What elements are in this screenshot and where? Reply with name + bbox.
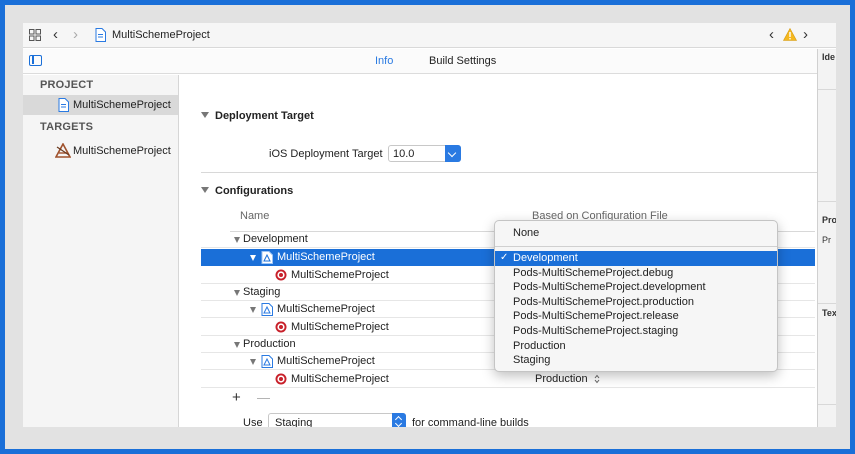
project-blueprint-icon — [261, 251, 273, 264]
tab-build-settings[interactable]: Build Settings — [429, 55, 496, 67]
target-icon — [275, 321, 287, 333]
disclosure-triangle-icon[interactable] — [250, 307, 256, 313]
project-blueprint-icon — [261, 303, 273, 316]
sidebar-item-target[interactable]: MultiSchemeProject — [23, 141, 178, 161]
configurations-title: Configurations — [215, 185, 294, 197]
warning-icon[interactable] — [783, 28, 797, 41]
menu-item-pods-staging[interactable]: Pods-MultiSchemeProject.staging — [495, 324, 777, 339]
sidebar-item-label: MultiSchemeProject — [73, 145, 171, 157]
menu-item-label: Production — [513, 340, 566, 352]
up-down-chevron-icon[interactable] — [594, 374, 600, 384]
target-icon — [275, 269, 287, 281]
menu-item-pods-release[interactable]: Pods-MultiSchemeProject.release — [495, 309, 777, 324]
deployment-target-title: Deployment Target — [215, 110, 314, 122]
issue-back-chevron-icon[interactable]: ‹ — [769, 27, 774, 42]
name-column-header: Name — [240, 210, 270, 222]
related-items-grid-icon[interactable] — [29, 29, 41, 41]
config-file-dropdown-menu: None ✓ Development Pods-MultiSchemeProje… — [494, 220, 778, 372]
project-info-editor: Deployment Target iOS Deployment Target … — [180, 75, 823, 427]
up-down-chevron-icon[interactable] — [392, 413, 406, 427]
issue-forward-chevron-icon[interactable]: › — [803, 27, 808, 42]
menu-item-pods-debug[interactable]: Pods-MultiSchemeProject.debug — [495, 266, 777, 281]
inspector-divider — [818, 89, 836, 90]
remove-configuration-button[interactable]: — — [257, 391, 270, 404]
project-sidebar: PROJECT MultiSchemeProject TARGETS Multi… — [23, 75, 179, 427]
menu-item-label: None — [513, 227, 540, 239]
sidebar-item-project[interactable]: MultiSchemeProject — [23, 95, 178, 115]
disclosure-triangle-icon[interactable] — [234, 342, 240, 348]
menu-item-staging[interactable]: Staging — [495, 353, 777, 368]
project-section-header: PROJECT — [40, 79, 94, 91]
disclosure-triangle-icon[interactable] — [201, 187, 209, 193]
disclosure-triangle-icon[interactable] — [234, 290, 240, 296]
menu-item-none[interactable]: None — [495, 226, 777, 241]
menu-item-development[interactable]: ✓ Development — [495, 251, 777, 266]
menu-item-label: Pods-MultiSchemeProject.debug — [513, 267, 674, 279]
menu-item-production[interactable]: Production — [495, 339, 777, 354]
menu-item-label: Staging — [513, 354, 551, 366]
command-line-config-popup[interactable]: Staging — [268, 413, 406, 427]
use-label: Use — [243, 417, 263, 427]
config-project-name: MultiSchemeProject — [277, 251, 375, 263]
identity-section-label: Ide — [822, 52, 836, 62]
tab-info[interactable]: Info — [375, 55, 393, 67]
project-file-icon — [95, 28, 106, 42]
targets-section-header: TARGETS — [40, 121, 94, 133]
text-settings-section-label: Tex — [822, 308, 836, 318]
ios-deployment-target-combo[interactable]: 10.0 — [388, 145, 461, 162]
disclosure-triangle-icon[interactable] — [250, 359, 256, 365]
forward-chevron-icon[interactable]: › — [73, 27, 78, 42]
menu-item-label: Development — [513, 252, 578, 264]
section-divider — [201, 172, 823, 173]
sidebar-toggle-icon[interactable] — [29, 55, 42, 66]
editor-tab-bar: Info Build Settings — [23, 49, 817, 74]
ios-deployment-target-value: 10.0 — [393, 148, 415, 160]
project-format-label: Pr — [822, 235, 831, 245]
menu-item-label: Pods-MultiSchemeProject.release — [513, 310, 679, 322]
inspector-panel: Ide Pro Pr Tex — [817, 49, 836, 427]
inspector-divider — [818, 404, 836, 405]
config-project-name: MultiSchemeProject — [277, 355, 375, 367]
breadcrumb[interactable]: MultiSchemeProject — [112, 29, 210, 41]
config-target-name: MultiSchemeProject — [291, 321, 389, 333]
menu-item-label: Pods-MultiSchemeProject.staging — [513, 325, 679, 337]
ios-deployment-target-label: iOS Deployment Target — [269, 148, 383, 160]
sidebar-item-label: MultiSchemeProject — [73, 99, 171, 111]
project-document-section-label: Pro — [822, 215, 836, 225]
config-project-name: MultiSchemeProject — [277, 303, 375, 315]
project-blueprint-icon — [261, 355, 273, 368]
menu-item-label: Pods-MultiSchemeProject.development — [513, 281, 706, 293]
config-target-name: MultiSchemeProject — [291, 269, 389, 281]
app-target-icon — [55, 143, 71, 158]
config-name: Production — [243, 338, 296, 350]
chevron-down-icon[interactable] — [445, 145, 461, 162]
command-line-config-value: Staging — [275, 417, 313, 427]
add-configuration-button[interactable]: + — [232, 390, 241, 405]
menu-divider — [495, 246, 777, 247]
project-file-icon — [58, 98, 69, 112]
menu-item-pods-development[interactable]: Pods-MultiSchemeProject.development — [495, 280, 777, 295]
menu-item-pods-production[interactable]: Pods-MultiSchemeProject.production — [495, 295, 777, 310]
config-file-selector[interactable]: Production — [535, 373, 588, 385]
inspector-divider — [818, 303, 836, 304]
config-name: Development — [243, 233, 308, 245]
xcode-window: ‹ › MultiSchemeProject ‹ › Info Build Se… — [23, 23, 836, 427]
config-row-production-target[interactable]: MultiSchemeProject Production — [201, 371, 815, 388]
target-icon — [275, 373, 287, 385]
menu-item-label: Pods-MultiSchemeProject.production — [513, 296, 694, 308]
disclosure-triangle-icon[interactable] — [201, 112, 209, 118]
checkmark-icon: ✓ — [500, 252, 509, 263]
config-target-name: MultiSchemeProject — [291, 373, 389, 385]
disclosure-triangle-icon[interactable] — [234, 237, 240, 243]
inspector-divider — [818, 201, 836, 202]
config-name: Staging — [243, 286, 281, 298]
back-chevron-icon[interactable]: ‹ — [53, 27, 58, 42]
jump-bar: ‹ › MultiSchemeProject ‹ › — [23, 23, 836, 48]
command-line-builds-label: for command-line builds — [412, 417, 529, 427]
disclosure-triangle-icon[interactable] — [250, 255, 256, 261]
